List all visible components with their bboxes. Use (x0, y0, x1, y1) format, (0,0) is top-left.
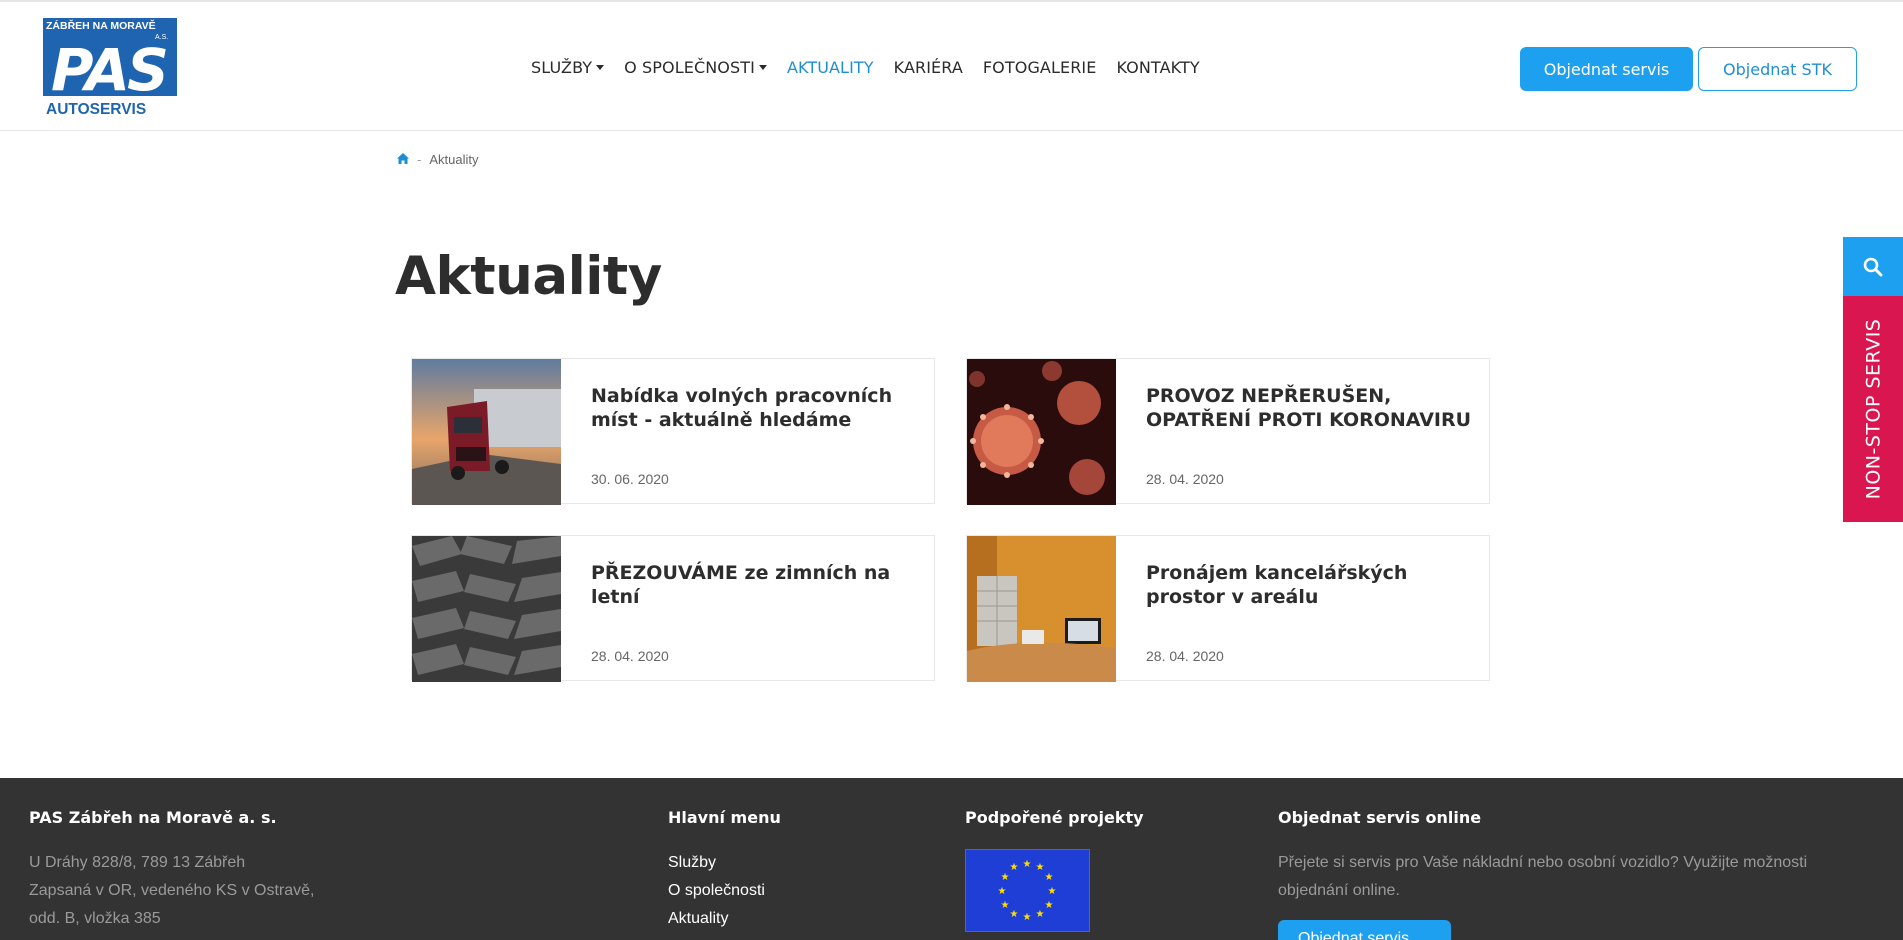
caret-down-icon (758, 65, 767, 70)
footer-address-line: Zapsaná v OR, vedeného KS v Ostravě, (29, 882, 315, 899)
footer-projects-heading: Podpořené projekty (965, 808, 1144, 827)
svg-text:★: ★ (1010, 862, 1019, 873)
svg-text:ZÁBŘEH NA MORAVĚ: ZÁBŘEH NA MORAVĚ (46, 19, 156, 32)
article-date: 28. 04. 2020 (1146, 471, 1224, 487)
nav-item-aktuality[interactable]: AKTUALITY (787, 58, 874, 77)
article-date: 28. 04. 2020 (1146, 648, 1224, 664)
nonstop-service-tab[interactable]: NON-STOP SERVIS (1843, 296, 1903, 522)
nonstop-label: NON-STOP SERVIS (1862, 318, 1884, 500)
breadcrumb-separator: - (417, 152, 422, 167)
article-card[interactable]: PROVOZ NEPŘERUŠEN, OPATŘENÍ PROTI KORONA… (966, 358, 1490, 505)
svg-text:★: ★ (1023, 912, 1032, 923)
nav-item-fotogalerie[interactable]: FOTOGALERIE (983, 58, 1097, 77)
footer-company-heading: PAS Zábřeh na Moravě a. s. (29, 808, 277, 827)
footer-order-heading: Objednat servis online (1278, 808, 1482, 827)
footer-order: Objednat servis online Přejete si servis… (1278, 808, 1878, 905)
main-nav: SLUŽBY O SPOLEČNOSTI AKTUALITY KARIÉRA F… (531, 58, 1220, 77)
order-stk-button[interactable]: Objednat STK (1698, 47, 1857, 91)
nav-item-sluzby[interactable]: SLUŽBY (531, 58, 605, 77)
nav-item-o-spolecnosti[interactable]: O SPOLEČNOSTI (624, 58, 767, 77)
footer-address-line: U Dráhy 828/8, 789 13 Zábřeh (29, 854, 246, 871)
article-card[interactable]: Nabídka volných pracovních míst - aktuál… (411, 358, 935, 505)
article-title[interactable]: PROVOZ NEPŘERUŠEN, OPATŘENÍ PROTI KORONA… (1146, 384, 1486, 432)
svg-text:★: ★ (1001, 900, 1010, 911)
footer-order-service-button[interactable]: Objednat servis (1278, 920, 1451, 940)
svg-text:★: ★ (1010, 909, 1019, 920)
site-footer: PAS Zábřeh na Moravě a. s. U Dráhy 828/8… (0, 778, 1903, 940)
article-date: 28. 04. 2020 (591, 648, 669, 664)
office-photo[interactable] (967, 536, 1116, 682)
article-card[interactable]: PŘEZOUVÁME ze zimních na letní 28. 04. 2… (411, 535, 935, 682)
article-title[interactable]: Nabídka volných pracovních míst - aktuál… (591, 384, 931, 432)
footer-projects: Podpořené projekty ★ ★ ★ ★ ★ ★ ★ ★ ★ ★ ★ ★ (965, 808, 1144, 932)
home-icon[interactable] (397, 152, 409, 167)
svg-text:★: ★ (1045, 872, 1054, 883)
svg-text:★: ★ (1001, 872, 1010, 883)
breadcrumb: - Aktuality (397, 152, 478, 167)
company-logo[interactable]: ZÁBŘEH NA MORAVĚ A.S. PAS AUTOSERVIS (43, 18, 177, 119)
footer-link-sluzby[interactable]: Služby (668, 849, 781, 877)
svg-text:★: ★ (1036, 909, 1045, 920)
svg-text:★: ★ (1048, 886, 1057, 897)
footer-menu-heading: Hlavní menu (668, 808, 781, 827)
virus-photo[interactable] (967, 359, 1116, 505)
svg-text:PAS: PAS (51, 36, 166, 104)
eu-flag-image[interactable]: ★ ★ ★ ★ ★ ★ ★ ★ ★ ★ ★ ★ (965, 849, 1090, 932)
article-title[interactable]: Pronájem kancelářských prostor v areálu (1146, 561, 1486, 609)
nav-item-kariera[interactable]: KARIÉRA (894, 58, 963, 77)
footer-link-aktuality[interactable]: Aktuality (668, 905, 781, 933)
footer-company: PAS Zábřeh na Moravě a. s. U Dráhy 828/8… (29, 808, 314, 933)
svg-text:★: ★ (1023, 859, 1032, 870)
svg-text:AUTOSERVIS: AUTOSERVIS (46, 101, 146, 118)
breadcrumb-current: Aktuality (429, 152, 479, 167)
side-search-button[interactable] (1843, 237, 1903, 296)
footer-menu: Hlavní menu Služby O společnosti Aktuali… (668, 808, 781, 933)
footer-order-text: Přejete si servis pro Vaše nákladní nebo… (1278, 854, 1808, 871)
svg-text:★: ★ (1045, 900, 1054, 911)
order-service-button[interactable]: Objednat servis (1520, 47, 1693, 91)
footer-link-o-spolecnosti[interactable]: O společnosti (668, 877, 781, 905)
article-title[interactable]: PŘEZOUVÁME ze zimních na letní (591, 561, 931, 609)
truck-photo[interactable] (412, 359, 561, 505)
search-icon (1863, 257, 1883, 276)
article-card[interactable]: Pronájem kancelářských prostor v areálu … (966, 535, 1490, 682)
caret-down-icon (596, 65, 605, 70)
footer-address-line: odd. B, vložka 385 (29, 910, 161, 927)
nav-item-kontakty[interactable]: KONTAKTY (1116, 58, 1199, 77)
page-title: Aktuality (395, 246, 662, 307)
tire-photo[interactable] (412, 536, 561, 682)
footer-order-text: objednání online. (1278, 882, 1400, 899)
article-date: 30. 06. 2020 (591, 471, 669, 487)
svg-text:★: ★ (1036, 862, 1045, 873)
svg-text:★: ★ (998, 886, 1007, 897)
site-header: ZÁBŘEH NA MORAVĚ A.S. PAS AUTOSERVIS SLU… (0, 0, 1903, 131)
